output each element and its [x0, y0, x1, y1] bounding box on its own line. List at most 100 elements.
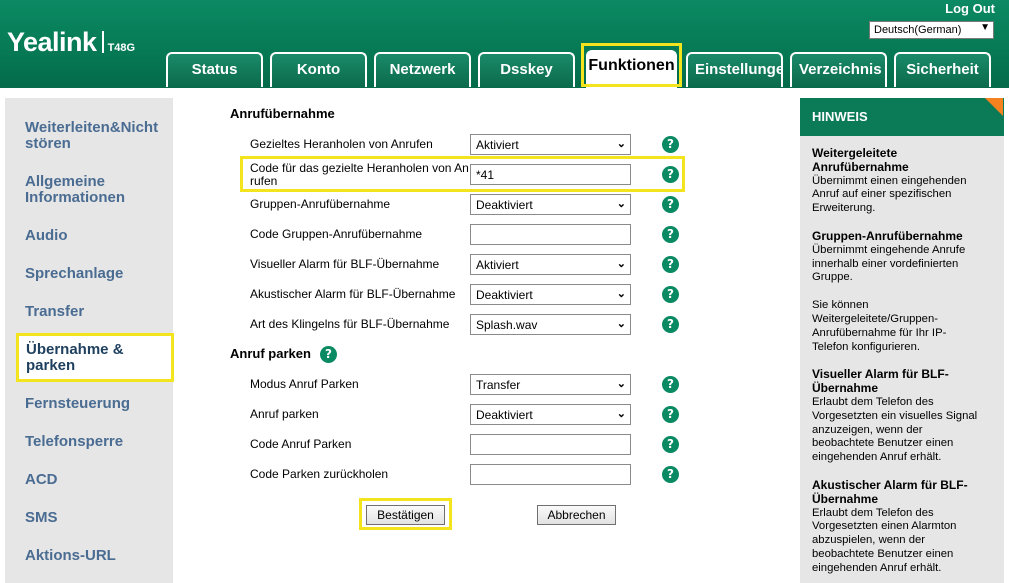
sidebar-item-sms[interactable]: SMS: [25, 510, 58, 526]
hint-block: Gruppen-Anrufübernahme Übernimmt eingehe…: [812, 228, 997, 285]
tab-netzwerk[interactable]: Netzwerk: [374, 52, 471, 87]
select-anruf-parken[interactable]: Deaktiviert ⌄: [470, 404, 631, 425]
select-art-des-klingelns[interactable]: Splash.wav ⌄: [470, 314, 631, 335]
hint-block-title: Anrufübernahme: [812, 159, 909, 174]
language-select[interactable]: Deutsch(German) ▼: [869, 21, 994, 39]
hint-text: beobachtete Benutzer einen: [812, 437, 954, 450]
sidebar-item-transfer[interactable]: Transfer: [25, 304, 84, 320]
hint-block-title: Akustischer Alarm für BLF-: [812, 477, 968, 492]
hint-text: Telefon konfigurieren.: [812, 340, 921, 353]
sidebar-item-allgemeine-informationen[interactable]: Allgemeine Informationen: [25, 174, 145, 206]
tab-dsskey[interactable]: Dsskey: [478, 52, 575, 87]
highlight-funktionen-tab: [581, 43, 682, 87]
confirm-button[interactable]: Bestätigen: [366, 505, 445, 525]
hint-text: Erlaubt dem Telefon des: [812, 395, 934, 408]
help-icon[interactable]: ?: [662, 256, 679, 273]
hint-body: Weitergeleitete Anrufübernahme Übernimmt…: [812, 146, 997, 583]
chevron-down-icon: ⌄: [616, 378, 626, 390]
select-value: Aktiviert: [476, 138, 519, 152]
language-value: Deutsch(German): [874, 24, 962, 36]
logo-separator: [101, 31, 104, 53]
label-modus-anruf-parken: Modus Anruf Parken: [250, 377, 359, 391]
hint-text: Erlaubt dem Telefon des: [812, 506, 934, 519]
label-code-parken-zurueckholen: Code Parken zurückholen: [250, 467, 389, 481]
hint-text: Erweiterung.: [812, 202, 876, 215]
sidebar-item-audio[interactable]: Audio: [25, 228, 68, 244]
input-code-parken-zurueckholen[interactable]: [470, 464, 631, 485]
select-value: Deaktiviert: [476, 408, 533, 422]
help-icon[interactable]: ?: [662, 406, 679, 423]
hint-text: Übernimmt eingehende Anrufe: [812, 243, 966, 256]
sidebar-item-aktions-url[interactable]: Aktions-URL: [25, 548, 116, 564]
hint-text: Vorgesetzten einen Alarmton: [812, 520, 957, 533]
hint-text: eingehenden Anruf erhält.: [812, 451, 942, 464]
select-visueller-alarm[interactable]: Aktiviert ⌄: [470, 254, 631, 275]
help-icon[interactable]: ?: [662, 226, 679, 243]
chevron-down-icon: ⌄: [616, 258, 626, 270]
select-value: Deaktiviert: [476, 198, 533, 212]
hint-block: Akustischer Alarm für BLF- Übernahme Erl…: [812, 477, 997, 576]
help-icon[interactable]: ?: [662, 196, 679, 213]
help-icon[interactable]: ?: [320, 346, 337, 363]
select-gezieltes-heranholen[interactable]: Aktiviert ⌄: [470, 134, 631, 155]
sidebar-item-acd[interactable]: ACD: [25, 472, 58, 488]
tab-sicherheit[interactable]: Sicherheit: [894, 52, 991, 87]
chevron-down-icon: ⌄: [616, 318, 626, 330]
corner-fold-icon: [985, 98, 1003, 116]
hint-block-title: Weitergeleitete: [812, 146, 898, 160]
hint-text: eingehenden Anruf erhält.: [812, 561, 942, 574]
chevron-down-icon: ⌄: [616, 288, 626, 300]
hint-block-title: Gruppen-Anrufübernahme: [812, 228, 963, 243]
sidebar-item-weiterleiten[interactable]: Weiterleiten&Nicht stören: [25, 120, 170, 152]
cancel-button[interactable]: Abbrechen: [537, 505, 616, 525]
label-code-gruppen-anrufuebernahme: Code Gruppen-Anrufübernahme: [250, 227, 423, 241]
sidebar-item-telefonsperre[interactable]: Telefonsperre: [25, 434, 123, 450]
select-value: Deaktiviert: [476, 288, 533, 302]
chevron-down-icon: ⌄: [616, 138, 626, 150]
help-icon[interactable]: ?: [662, 316, 679, 333]
hint-text: Vorgesetzten ein visuelles Signal: [812, 409, 978, 422]
tab-konto[interactable]: Konto: [270, 52, 367, 87]
hint-block: Visueller Alarm für BLF- Übernahme Erlau…: [812, 368, 997, 465]
help-icon[interactable]: ?: [662, 436, 679, 453]
hint-text: innerhalb einer vordefinierten: [812, 257, 959, 270]
select-value: Transfer: [476, 378, 521, 392]
input-code-gruppen-anrufuebernahme[interactable]: [470, 224, 631, 245]
hint-text: Gruppe.: [812, 271, 853, 284]
input-code-gezieltes-heranholen[interactable]: *41: [470, 164, 631, 185]
hint-text: Sie können: [812, 299, 869, 312]
select-gruppen-anrufuebernahme[interactable]: Deaktiviert ⌄: [470, 194, 631, 215]
hint-block-title: Übernahme: [812, 491, 879, 506]
help-icon[interactable]: ?: [662, 466, 679, 483]
hint-text: beobachtete Benutzer einen: [812, 547, 954, 560]
select-value: Aktiviert: [476, 258, 519, 272]
input-code-anruf-parken[interactable]: [470, 434, 631, 455]
label-code-gezieltes-heranholen-l1: Code für das gezielte Heranholen von An: [250, 161, 469, 175]
select-modus-anruf-parken[interactable]: Transfer ⌄: [470, 374, 631, 395]
logout-link[interactable]: Log Out: [945, 1, 995, 16]
hint-block-title: Übernahme: [812, 381, 879, 396]
section-title-anruf-parken: Anruf parken: [230, 346, 311, 361]
help-icon[interactable]: ?: [662, 136, 679, 153]
chevron-down-icon: ⌄: [616, 408, 626, 420]
label-anruf-parken: Anruf parken: [250, 407, 319, 421]
select-akustischer-alarm[interactable]: Deaktiviert ⌄: [470, 284, 631, 305]
hint-text: abzuspielen, wenn der: [812, 534, 926, 547]
label-visueller-alarm: Visueller Alarm für BLF-Übernahme: [250, 257, 440, 271]
tab-status[interactable]: Status: [166, 52, 263, 87]
hint-text: anzuzeigen, wenn der: [812, 423, 923, 436]
hint-text: Übernimmt einen eingehenden: [812, 174, 967, 187]
sidebar-item-uebernahme-parken[interactable]: Übernahme & parken: [26, 342, 141, 374]
tab-einstellungen[interactable]: Einstellungen: [686, 52, 783, 87]
select-value: Splash.wav: [476, 318, 538, 332]
help-icon[interactable]: ?: [662, 286, 679, 303]
hint-block: Weitergeleitete Anrufübernahme Übernimmt…: [812, 146, 997, 216]
section-title-anrufuebernahme: Anrufübernahme: [230, 106, 335, 121]
label-code-gezieltes-heranholen-l2: rufen: [250, 174, 278, 188]
input-value: *41: [476, 168, 495, 182]
help-icon[interactable]: ?: [662, 376, 679, 393]
tab-verzeichnis[interactable]: Verzeichnis: [790, 52, 887, 87]
help-icon[interactable]: ?: [662, 166, 679, 183]
sidebar-item-sprechanlage[interactable]: Sprechanlage: [25, 266, 123, 282]
sidebar-item-fernsteuerung[interactable]: Fernsteuerung: [25, 396, 130, 412]
